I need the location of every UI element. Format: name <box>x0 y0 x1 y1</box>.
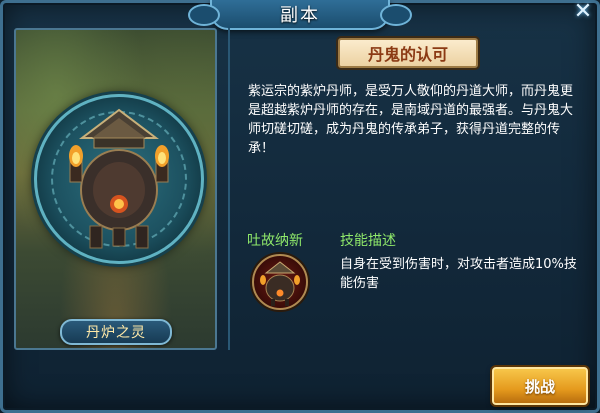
close-icon: ✕ <box>573 0 593 24</box>
title-banner: 副本 <box>188 0 412 30</box>
portrait-name-plate: 丹炉之灵 <box>60 319 172 345</box>
boss-description: 紫运宗的紫炉丹师，是受万人敬仰的丹道大师，而丹鬼更是超越紫炉丹师的存在，是南域丹… <box>248 84 574 156</box>
skill-name-label: 吐故纳新 <box>247 233 303 249</box>
dialog-title: 副本 <box>280 5 320 26</box>
skill-title: 丹鬼的认可 <box>367 45 448 64</box>
challenge-button[interactable]: 挑战 <box>492 367 588 405</box>
portrait-panel: 丹炉之灵 <box>14 28 217 350</box>
challenge-label: 挑战 <box>524 377 555 396</box>
portrait-name: 丹炉之灵 <box>86 325 146 341</box>
skill-title-box: 丹鬼的认可 <box>338 38 478 68</box>
skill-icon-button[interactable] <box>252 254 308 310</box>
skill-desc-label: 技能描述 <box>340 233 396 249</box>
furnace-skill-icon <box>260 261 300 306</box>
close-button[interactable]: ✕ <box>570 0 596 24</box>
info-panel: 丹鬼的认可 紫运宗的紫炉丹师，是受万人敬仰的丹道大师，而丹鬼更是超越紫炉丹师的存… <box>228 28 586 350</box>
skill-description: 自身在受到伤害时，对攻击者造成10%技能伤害 <box>340 257 577 291</box>
alchemy-furnace-icon <box>69 108 169 249</box>
